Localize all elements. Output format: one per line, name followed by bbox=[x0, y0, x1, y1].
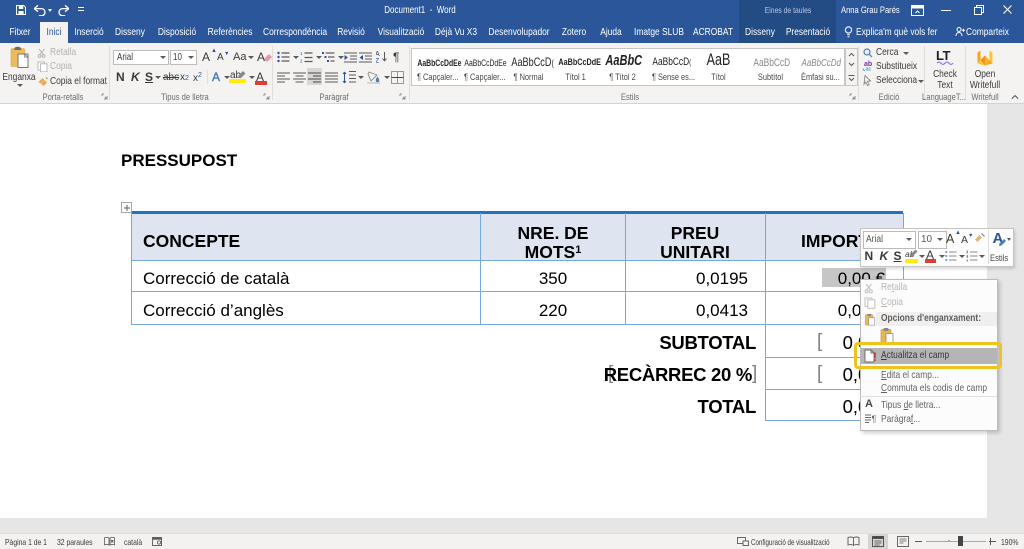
svg-text:1: 1 bbox=[300, 51, 303, 56]
svg-text:ac: ac bbox=[866, 67, 872, 72]
svg-text:A: A bbox=[376, 51, 380, 58]
svg-text:Z: Z bbox=[376, 58, 380, 63]
svg-text:2: 2 bbox=[300, 59, 303, 64]
svg-text:¶: ¶ bbox=[872, 414, 877, 424]
